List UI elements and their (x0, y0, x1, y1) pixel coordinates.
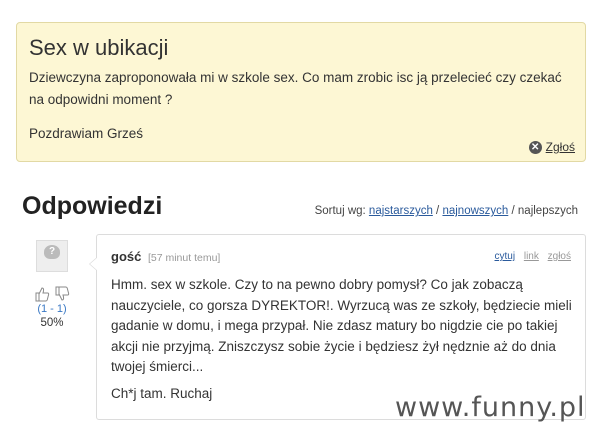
vote-percent: 50% (40, 317, 64, 329)
sort-oldest-link[interactable]: najstarszych (369, 205, 433, 217)
answer-body: Hmm. sex w szkole. Czy to na pewno dobry… (111, 277, 572, 374)
report-answer-link[interactable]: zgłoś (548, 251, 571, 262)
thumbs-down-icon[interactable] (54, 286, 70, 302)
watermark: www.funny.pl (395, 392, 586, 423)
question-mark-icon: ? (44, 245, 60, 259)
question-box: Sex w ubikacji Dziewczyna zaproponowała … (16, 22, 586, 162)
sort-best-current: najlepszych (517, 205, 578, 217)
avatar: ? (36, 240, 68, 272)
sort-separator: / (511, 205, 515, 217)
sort-label: Sortuj wg: (314, 205, 366, 217)
vote-count: (1 - 1) (37, 303, 67, 315)
answers-heading: Odpowiedzi (22, 192, 163, 220)
question-title: Sex w ubikacji (29, 35, 169, 60)
quote-link[interactable]: cytuj (495, 251, 516, 262)
question-signature: Pozdrawiam Grześ (29, 126, 144, 141)
sort-bar: Sortuj wg: najstarszych / najnowszych / … (315, 205, 578, 217)
answer-timestamp: [57 minut temu] (147, 252, 221, 264)
sort-separator: / (436, 205, 440, 217)
vote-column: ? (1 - 1) 50% (24, 240, 80, 329)
answer-header: gość [57 minut temu] (111, 249, 220, 264)
report-question-label: Zgłoś (545, 140, 575, 154)
vote-buttons (24, 286, 80, 302)
sort-newest-link[interactable]: najnowszych (442, 205, 508, 217)
thumbs-up-icon[interactable] (34, 286, 50, 302)
answer-actions: cytuj link zgłoś (489, 251, 572, 262)
question-body: Dziewczyna zaproponowała mi w szkole sex… (29, 70, 562, 107)
report-question-button[interactable]: ✕ Zgłoś (528, 140, 575, 154)
close-circle-icon: ✕ (528, 140, 542, 154)
answer-signature: Ch*j tam. Ruchaj (111, 386, 213, 401)
answer-author: gość (111, 249, 142, 264)
permalink-link[interactable]: link (524, 251, 539, 262)
